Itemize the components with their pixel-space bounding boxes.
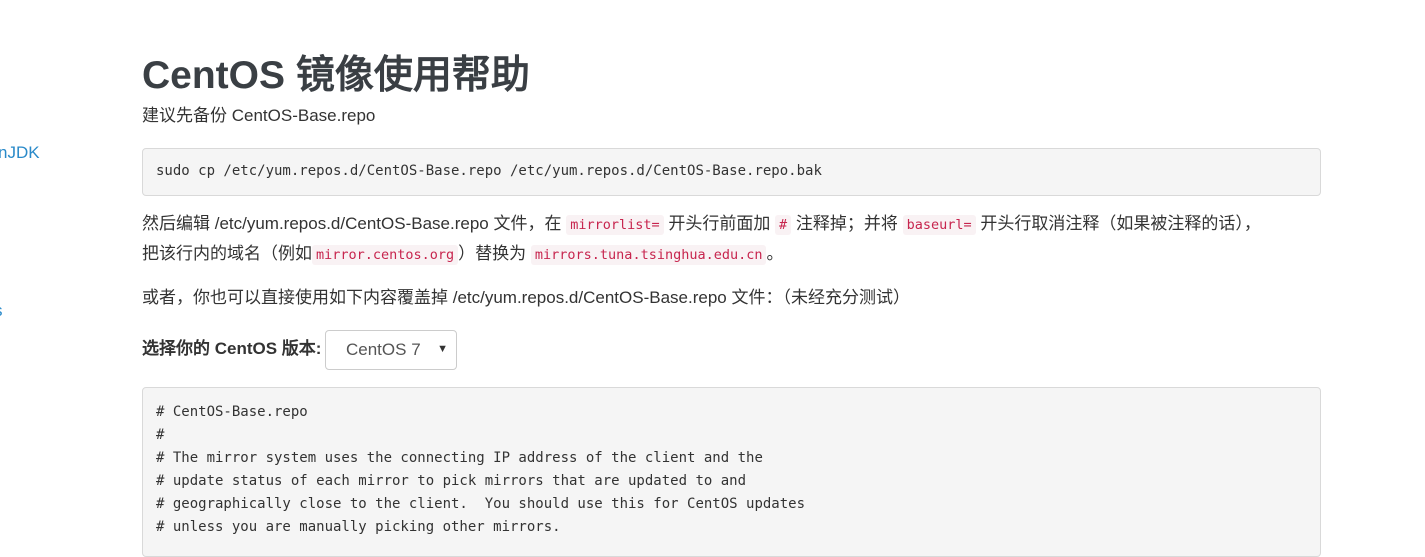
backup-command: sudo cp /etc/yum.repos.d/CentOS-Base.rep… [156, 163, 822, 179]
version-select-value: CentOS 7 [346, 340, 421, 359]
edit-text-2: 开头行前面加 [663, 214, 776, 233]
edit-text-4: 开头行取消注释（如果被注释的话）， [975, 214, 1261, 233]
code-line: # update status of each mirror to pick m… [156, 473, 747, 489]
edit-instructions-line1: 然后编辑 /etc/yum.repos.d/CentOS-Base.repo 文… [142, 209, 1261, 240]
code-line: # unless you are manually picking other … [156, 519, 561, 535]
backup-intro: 建议先备份 CentOS-Base.repo [142, 106, 376, 125]
edit-text-7: 。 [766, 244, 784, 263]
code-line: # The mirror system uses the connecting … [156, 450, 763, 466]
edit-text-1: 然后编辑 /etc/yum.repos.d/CentOS-Base.repo 文… [142, 214, 567, 233]
code-mirror-centos: mirror.centos.org [312, 245, 459, 265]
chevron-down-icon: ▼ [437, 343, 448, 355]
edit-instructions-line2: 把该行内的域名（例如 mirror.centos.org ）替换为 mirrors.… [142, 239, 783, 270]
sidebar-item-s[interactable]: s [0, 301, 3, 321]
sidebar-item-openjdk[interactable]: nJDK [0, 143, 40, 163]
version-select[interactable]: CentOS 7 ▼ [325, 330, 457, 370]
backup-command-block[interactable]: sudo cp /etc/yum.repos.d/CentOS-Base.rep… [142, 148, 1321, 196]
alt-instructions: 或者，你也可以直接使用如下内容覆盖掉 /etc/yum.repos.d/Cent… [142, 288, 910, 307]
code-line: # [156, 427, 165, 443]
edit-text-6: ）替换为 [458, 244, 531, 263]
code-line: # geographically close to the client. Yo… [156, 496, 806, 512]
code-baseurl: baseurl= [902, 215, 976, 235]
code-mirror-tuna: mirrors.tuna.tsinghua.edu.cn [530, 245, 767, 265]
code-hash: # [775, 215, 792, 235]
edit-text-3: 注释掉；并将 [791, 214, 903, 233]
repo-file-block[interactable]: # CentOS-Base.repo # # The mirror system u… [142, 387, 1321, 557]
edit-text-5: 把该行内的域名（例如 [142, 244, 312, 263]
page-title: CentOS 镜像使用帮助 [142, 54, 530, 97]
code-line: # CentOS-Base.repo [156, 404, 308, 420]
version-label: 选择你的 CentOS 版本: [142, 339, 322, 358]
code-mirrorlist: mirrorlist= [566, 215, 664, 235]
